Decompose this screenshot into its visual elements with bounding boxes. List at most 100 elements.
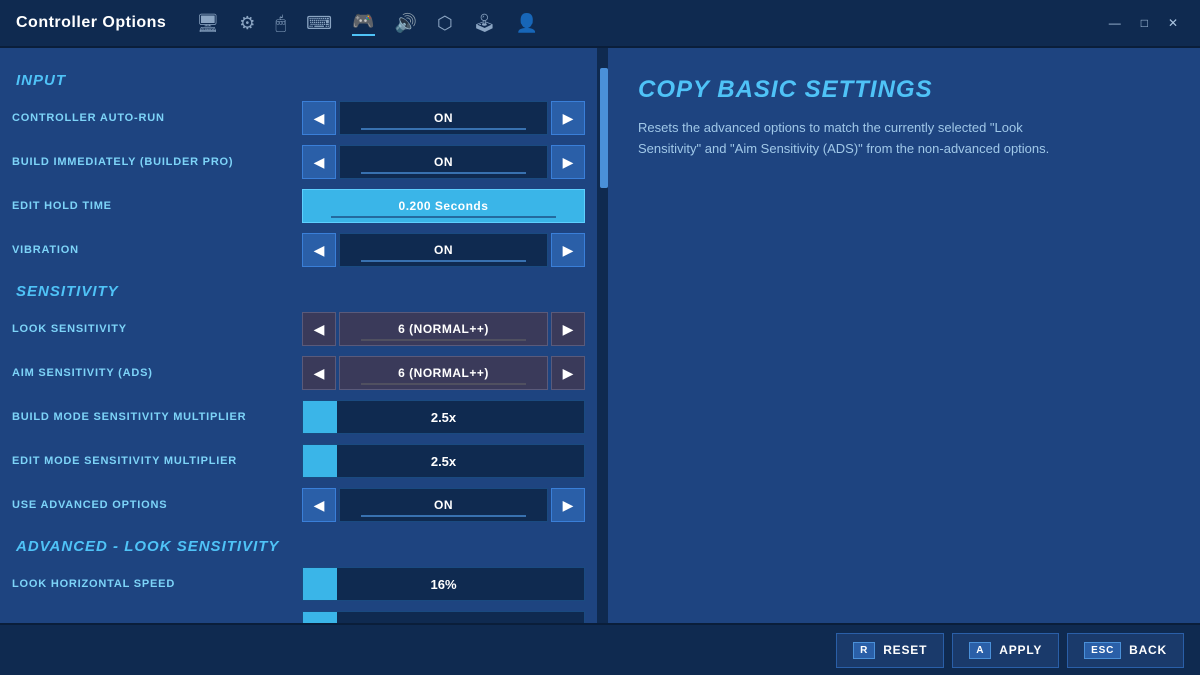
edit-hold-time-row: EDIT HOLD TIME 0.200 Seconds <box>12 187 585 225</box>
advanced-look-section-header: ADVANCED - LOOK SENSITIVITY <box>16 538 585 555</box>
controller-auto-run-value: ON <box>339 101 548 135</box>
window-title: Controller Options <box>16 14 166 32</box>
aim-sensitivity-right[interactable]: ▶ <box>551 356 585 390</box>
main-layout: INPUT CONTROLLER AUTO-RUN ◀ ON ▶ BUILD I… <box>0 48 1200 623</box>
back-key: ESC <box>1084 642 1121 659</box>
edit-mode-sensitivity-value[interactable]: 2.5x <box>302 444 585 478</box>
value-underline-2 <box>361 172 527 174</box>
left-panel: INPUT CONTROLLER AUTO-RUN ◀ ON ▶ BUILD I… <box>0 48 600 623</box>
vibration-underline <box>361 260 527 262</box>
aim-sensitivity-control: ◀ 6 (NORMAL++) ▶ <box>302 356 585 390</box>
vibration-label: VIBRATION <box>12 244 302 256</box>
build-immediately-control: ◀ ON ▶ <box>302 145 585 179</box>
aim-sensitivity-row: AIM SENSITIVITY (ADS) ◀ 6 (NORMAL++) ▶ <box>12 354 585 392</box>
controller-auto-run-control: ◀ ON ▶ <box>302 101 585 135</box>
look-vertical-speed-control: 16% <box>302 611 585 623</box>
bottom-bar: R RESET A APPLY ESC BACK <box>0 623 1200 675</box>
build-mode-bar-fill <box>303 401 337 433</box>
audio-icon[interactable]: 🔊 <box>395 13 417 34</box>
look-horizontal-speed-value[interactable]: 16% <box>302 567 585 601</box>
edit-hold-time-control: 0.200 Seconds <box>302 189 585 223</box>
controller-auto-run-left[interactable]: ◀ <box>302 101 336 135</box>
build-mode-sensitivity-control: 2.5x <box>302 400 585 434</box>
scroll-indicator <box>600 48 608 623</box>
look-sensitivity-right[interactable]: ▶ <box>551 312 585 346</box>
controller-auto-run-right[interactable]: ▶ <box>551 101 585 135</box>
back-button[interactable]: ESC BACK <box>1067 633 1184 668</box>
build-mode-sensitivity-value[interactable]: 2.5x <box>302 400 585 434</box>
vibration-row: VIBRATION ◀ ON ▶ <box>12 231 585 269</box>
edit-mode-sensitivity-label: EDIT MODE SENSITIVITY MULTIPLIER <box>12 455 302 467</box>
edit-mode-sensitivity-row: EDIT MODE SENSITIVITY MULTIPLIER 2.5x <box>12 442 585 480</box>
controller-icon[interactable]: 🎮 <box>352 11 374 36</box>
use-advanced-options-right[interactable]: ▶ <box>551 488 585 522</box>
maximize-button[interactable]: □ <box>1135 14 1154 32</box>
look-horiz-bar <box>303 568 337 600</box>
look-vertical-speed-value[interactable]: 16% <box>302 611 585 623</box>
build-immediately-right[interactable]: ▶ <box>551 145 585 179</box>
aim-sensitivity-left[interactable]: ◀ <box>302 356 336 390</box>
apply-key: A <box>969 642 991 659</box>
apply-label: APPLY <box>999 643 1042 657</box>
edit-mode-sensitivity-control: 2.5x <box>302 444 585 478</box>
look-sens-underline <box>361 339 527 341</box>
look-sensitivity-left[interactable]: ◀ <box>302 312 336 346</box>
edit-hold-time-label: EDIT HOLD TIME <box>12 200 302 212</box>
value-underline <box>361 128 527 130</box>
build-immediately-left[interactable]: ◀ <box>302 145 336 179</box>
keyboard-icon[interactable]: ⌨ <box>306 13 332 34</box>
gear-icon[interactable]: ⚙ <box>239 13 255 34</box>
use-advanced-options-row: USE ADVANCED OPTIONS ◀ ON ▶ <box>12 486 585 524</box>
reset-label: RESET <box>883 643 927 657</box>
input-section-header: INPUT <box>16 72 585 89</box>
build-immediately-label: BUILD IMMEDIATELY (BUILDER PRO) <box>12 156 302 168</box>
build-mode-sensitivity-row: BUILD MODE SENSITIVITY MULTIPLIER 2.5x <box>12 398 585 436</box>
account-icon[interactable]: 👤 <box>516 13 538 34</box>
look-vert-bar <box>303 612 337 623</box>
minimize-button[interactable]: — <box>1103 14 1127 32</box>
reset-key: R <box>853 642 875 659</box>
nav-icons: 🖥 ⚙ 🖱 ⌨ 🎮 🔊 ⬡ 🕹 👤 <box>196 11 538 36</box>
edit-hold-time-value[interactable]: 0.200 Seconds <box>302 189 585 223</box>
close-button[interactable]: ✕ <box>1162 14 1184 32</box>
network-icon[interactable]: ⬡ <box>437 13 453 34</box>
use-advanced-options-control: ◀ ON ▶ <box>302 488 585 522</box>
reset-button[interactable]: R RESET <box>836 633 944 668</box>
look-sensitivity-row: LOOK SENSITIVITY ◀ 6 (NORMAL++) ▶ <box>12 310 585 348</box>
vibration-value: ON <box>339 233 548 267</box>
build-immediately-row: BUILD IMMEDIATELY (BUILDER PRO) ◀ ON ▶ <box>12 143 585 181</box>
gamepad-icon[interactable]: 🕹 <box>473 13 496 34</box>
look-horizontal-speed-label: LOOK HORIZONTAL SPEED <box>12 578 302 590</box>
scroll-thumb[interactable] <box>600 68 608 188</box>
build-immediately-value: ON <box>339 145 548 179</box>
look-sensitivity-value: 6 (NORMAL++) <box>339 312 548 346</box>
title-bar: Controller Options 🖥 ⚙ 🖱 ⌨ 🎮 🔊 ⬡ 🕹 👤 — □… <box>0 0 1200 48</box>
aim-sensitivity-label: AIM SENSITIVITY (ADS) <box>12 367 302 379</box>
copy-settings-description: Resets the advanced options to match the… <box>638 118 1058 160</box>
look-sensitivity-control: ◀ 6 (NORMAL++) ▶ <box>302 312 585 346</box>
edit-mode-bar-fill <box>303 445 337 477</box>
use-advanced-options-value: ON <box>339 488 548 522</box>
look-vertical-speed-label: LOOK VERTICAL SPEED <box>12 622 302 623</box>
vibration-right[interactable]: ▶ <box>551 233 585 267</box>
sensitivity-section-header: SENSITIVITY <box>16 283 585 300</box>
look-horizontal-speed-row: LOOK HORIZONTAL SPEED 16% <box>12 565 585 603</box>
apply-button[interactable]: A APPLY <box>952 633 1059 668</box>
vibration-left[interactable]: ◀ <box>302 233 336 267</box>
advanced-opt-underline <box>361 515 527 517</box>
use-advanced-options-left[interactable]: ◀ <box>302 488 336 522</box>
display-icon[interactable]: 🖱 <box>275 13 286 34</box>
back-label: BACK <box>1129 643 1167 657</box>
build-mode-sensitivity-label: BUILD MODE SENSITIVITY MULTIPLIER <box>12 411 302 423</box>
look-sensitivity-label: LOOK SENSITIVITY <box>12 323 302 335</box>
copy-settings-title: COPY BASIC SETTINGS <box>638 76 1170 104</box>
controller-auto-run-label: CONTROLLER AUTO-RUN <box>12 112 302 124</box>
right-panel: COPY BASIC SETTINGS Resets the advanced … <box>608 48 1200 623</box>
look-vertical-speed-row: LOOK VERTICAL SPEED 16% <box>12 609 585 623</box>
aim-sensitivity-value: 6 (NORMAL++) <box>339 356 548 390</box>
controller-auto-run-row: CONTROLLER AUTO-RUN ◀ ON ▶ <box>12 99 585 137</box>
monitor-icon[interactable]: 🖥 <box>196 13 219 34</box>
edit-hold-underline <box>331 216 556 218</box>
look-horizontal-speed-control: 16% <box>302 567 585 601</box>
aim-sens-underline <box>361 383 527 385</box>
